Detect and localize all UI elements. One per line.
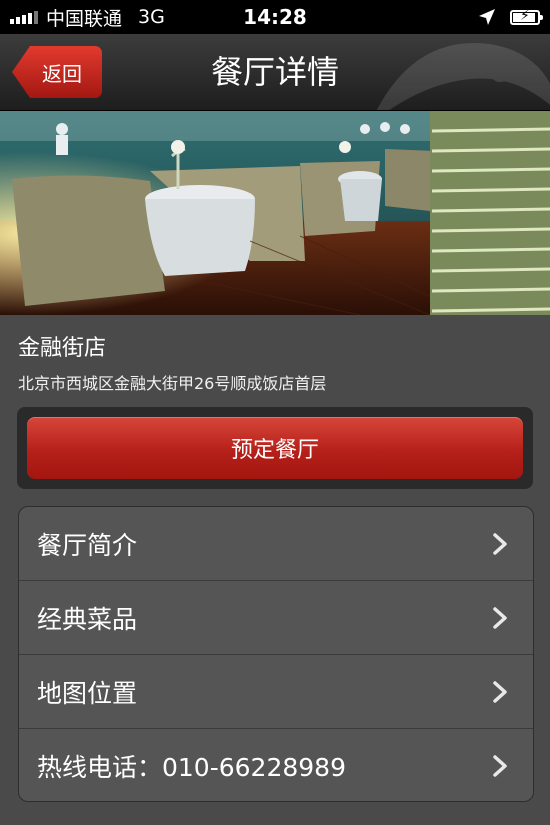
chevron-right-icon	[493, 680, 507, 703]
menu-item-hotline[interactable]: 热线电话：010-66228989	[19, 729, 533, 801]
reserve-container: 预定餐厅	[17, 407, 533, 489]
chevron-right-icon	[493, 755, 507, 777]
restaurant-photo	[0, 111, 550, 315]
detail-menu: 餐厅简介 经典菜品 地图位置 热线电话：010-66228989	[18, 506, 534, 802]
nav-bar: 返回 餐厅详情	[0, 34, 550, 111]
page-title: 餐厅详情	[210, 53, 339, 91]
location-arrow-icon	[479, 9, 495, 25]
menu-item-dishes[interactable]: 经典菜品	[19, 581, 533, 655]
chevron-right-icon	[493, 532, 507, 555]
reserve-button[interactable]: 预定餐厅	[27, 417, 523, 479]
menu-item-intro[interactable]: 餐厅简介	[19, 507, 533, 581]
signal-icon	[10, 10, 38, 24]
battery-charging-icon: ⚡	[510, 9, 543, 25]
restaurant-info: 金融街店 北京市西城区金融大街甲26号顺成饭店首层	[18, 330, 538, 394]
carrier-label: 中国联通	[46, 7, 123, 30]
restaurant-name: 金融街店	[18, 336, 107, 361]
menu-item-label: 经典菜品	[37, 604, 138, 634]
status-bar: 中国联通 3G 14:28 ⚡	[0, 0, 550, 34]
menu-item-map[interactable]: 地图位置	[19, 655, 533, 729]
chevron-right-icon	[493, 606, 507, 629]
menu-item-label: 地图位置	[37, 678, 138, 708]
network-label: 3G	[138, 6, 165, 28]
menu-item-label: 热线电话：010-66228989	[37, 753, 346, 782]
restaurant-address: 北京市西城区金融大街甲26号顺成饭店首层	[18, 374, 327, 393]
menu-item-label: 餐厅简介	[37, 530, 138, 560]
